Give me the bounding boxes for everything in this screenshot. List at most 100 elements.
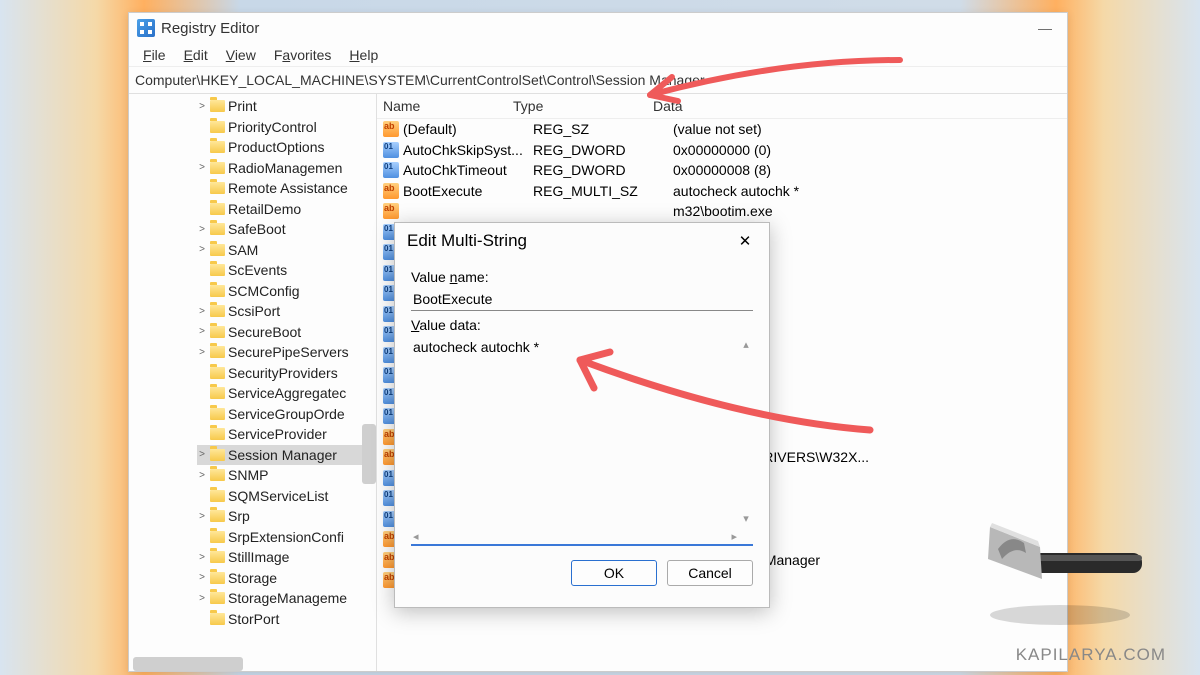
address-bar[interactable]: Computer\HKEY_LOCAL_MACHINE\SYSTEM\Curre… [129,67,1067,94]
tree-vscroll[interactable] [362,424,376,484]
list-row[interactable]: BootExecuteREG_MULTI_SZautocheck autochk… [377,181,1067,202]
tree-item[interactable]: >ServiceProvider [197,424,376,445]
menu-edit[interactable]: Edit [176,45,216,65]
menu-favorites[interactable]: Favorites [266,45,340,65]
minimize-button[interactable]: — [1031,20,1059,36]
chevron-right-icon[interactable]: > [197,306,207,317]
chevron-right-icon[interactable]: > [197,347,207,358]
tree-item[interactable]: >Remote Assistance [197,178,376,199]
close-icon[interactable]: ✕ [733,232,757,250]
chevron-right-icon[interactable]: > [197,593,207,604]
folder-icon [210,449,225,461]
folder-icon [210,367,225,379]
tree-label: SAM [228,242,258,258]
chevron-right-icon[interactable]: > [197,572,207,583]
list-row[interactable]: m32\bootim.exe [377,201,1067,222]
tree-item[interactable]: >SCMConfig [197,281,376,302]
cell-type: REG_DWORD [533,142,673,158]
tree-item[interactable]: >SecurePipeServers [197,342,376,363]
tree-item[interactable]: >SQMServiceList [197,486,376,507]
tree-item[interactable]: >ScEvents [197,260,376,281]
window-title: Registry Editor [161,20,259,37]
folder-icon [210,490,225,502]
chevron-right-icon[interactable]: > [197,470,207,481]
col-name[interactable]: Name [383,98,513,114]
regvalue-icon [383,142,399,158]
tree-item[interactable]: >SafeBoot [197,219,376,240]
tree-item[interactable]: > Session Manager [197,445,376,466]
tree-item[interactable]: > RadioManagemen [197,158,376,179]
tree-label: StorageManageme [228,590,347,606]
tree-item[interactable]: >ProductOptions [197,137,376,158]
folder-icon [210,428,225,440]
tree-label: RadioManagemen [228,160,342,176]
chevron-right-icon[interactable]: > [197,101,207,112]
value-data-label: Value data: [411,317,753,333]
dialog-title: Edit Multi-String [407,231,527,251]
dialog-titlebar[interactable]: Edit Multi-String ✕ [395,223,769,259]
folder-icon [210,572,225,584]
tree-item[interactable]: >StorPort [197,609,376,630]
tree-item[interactable]: > Print [197,96,376,117]
tree-label: Session Manager [228,447,337,463]
cancel-button[interactable]: Cancel [667,560,753,586]
menu-help[interactable]: Help [341,45,386,65]
tree-item[interactable]: >PriorityControl [197,117,376,138]
scroll-down-icon[interactable]: ▾ [739,512,753,526]
chevron-right-icon[interactable]: > [197,511,207,522]
tree-item[interactable]: >Storage [197,568,376,589]
tree-item[interactable]: >ScsiPort [197,301,376,322]
folder-icon [210,408,225,420]
titlebar[interactable]: Registry Editor — [129,13,1067,43]
ok-button[interactable]: OK [571,560,657,586]
menu-view[interactable]: View [218,45,264,65]
folder-icon [210,141,225,153]
chevron-right-icon[interactable]: > [197,224,207,235]
cell-type: REG_DWORD [533,162,673,178]
cell-data: 0x00000000 (0) [673,142,1061,158]
list-row[interactable]: (Default)REG_SZ(value not set) [377,119,1067,140]
folder-icon [210,613,225,625]
tree-label: SNMP [228,467,268,483]
tree-item[interactable]: >SrpExtensionConfi [197,527,376,548]
tree-item[interactable]: > SNMP [197,465,376,486]
value-name-input[interactable] [411,288,753,311]
tree-item[interactable]: > StorageManageme [197,588,376,609]
cell-data: m32\bootim.exe [673,203,1061,219]
tree-item[interactable]: >SecureBoot [197,322,376,343]
chevron-right-icon[interactable]: > [197,552,207,563]
scroll-up-icon[interactable]: ▴ [739,338,753,352]
scroll-right-icon[interactable]: ▸ [731,530,737,544]
tree-item[interactable]: >ServiceAggregatec [197,383,376,404]
folder-icon [210,510,225,522]
scroll-left-icon[interactable]: ◂ [413,530,419,544]
tree-hscroll[interactable] [133,657,243,671]
value-data-textarea[interactable] [411,336,753,544]
chevron-right-icon[interactable]: > [197,326,207,337]
address-text: Computer\HKEY_LOCAL_MACHINE\SYSTEM\Curre… [135,72,705,88]
tree-label: ProductOptions [228,139,325,155]
cell-name: AutoChkTimeout [403,162,533,178]
col-type[interactable]: Type [513,98,653,114]
chevron-right-icon[interactable]: > [197,162,207,173]
list-row[interactable]: AutoChkTimeoutREG_DWORD0x00000008 (8) [377,160,1067,181]
tree-item[interactable]: >RetailDemo [197,199,376,220]
tree-item[interactable]: >StillImage [197,547,376,568]
col-data[interactable]: Data [653,98,1061,114]
chevron-right-icon[interactable]: > [197,449,207,460]
folder-icon [210,592,225,604]
tree-pane[interactable]: >Print>PriorityControl>ProductOptions>Ra… [129,94,377,671]
list-header[interactable]: Name Type Data [377,94,1067,119]
tree-item[interactable]: > SAM [197,240,376,261]
tree-label: ServiceAggregatec [228,385,346,401]
tree-item[interactable]: >ServiceGroupOrde [197,404,376,425]
folder-icon [210,531,225,543]
regvalue-icon [383,162,399,178]
tree-item[interactable]: >SecurityProviders [197,363,376,384]
folder-icon [210,244,225,256]
tree-item[interactable]: >Srp [197,506,376,527]
menu-file[interactable]: File [135,45,174,65]
list-row[interactable]: AutoChkSkipSyst...REG_DWORD0x00000000 (0… [377,140,1067,161]
chevron-right-icon[interactable]: > [197,244,207,255]
tree-label: Print [228,98,257,114]
